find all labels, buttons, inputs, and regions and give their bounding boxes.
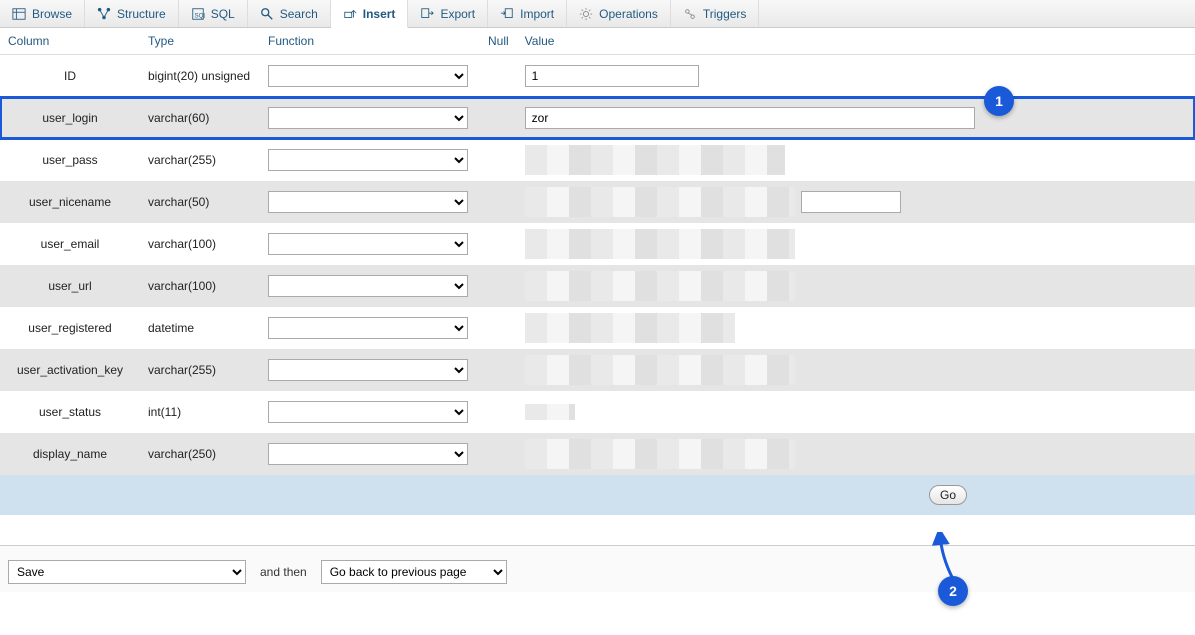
column-name: display_name [0, 433, 140, 475]
tab-label: Export [440, 7, 475, 21]
value-input[interactable] [525, 107, 975, 129]
column-type: datetime [140, 307, 260, 349]
column-type: int(11) [140, 391, 260, 433]
action-bar: Save and then Go back to previous page [0, 545, 1195, 592]
tab-search[interactable]: Search [248, 0, 331, 27]
tab-structure[interactable]: Structure [85, 0, 179, 27]
function-select[interactable] [268, 443, 468, 465]
column-name: user_activation_key [0, 349, 140, 391]
tab-browse[interactable]: Browse [0, 0, 85, 27]
function-select[interactable] [268, 401, 468, 423]
function-select[interactable] [268, 233, 468, 255]
save-select[interactable]: Save [8, 560, 246, 584]
column-name: user_registered [0, 307, 140, 349]
column-type: varchar(50) [140, 181, 260, 223]
sql-icon: SQL [191, 7, 205, 21]
field-row-display_name: display_namevarchar(250) [0, 433, 1195, 475]
gear-icon [579, 7, 593, 21]
tab-import[interactable]: Import [488, 0, 567, 27]
browse-icon [12, 7, 26, 21]
column-type: varchar(255) [140, 139, 260, 181]
redacted-value [525, 439, 795, 469]
export-icon [420, 7, 434, 21]
then-label: and then [260, 565, 307, 579]
column-name: ID [0, 55, 140, 97]
redacted-value [525, 145, 785, 175]
column-type: bigint(20) unsigned [140, 55, 260, 97]
redacted-value [525, 355, 795, 385]
tab-insert[interactable]: Insert [331, 0, 409, 28]
tab-label: Structure [117, 7, 166, 21]
field-row-user_nicename: user_nicenamevarchar(50) [0, 181, 1195, 223]
field-row-user_status: user_statusint(11) [0, 391, 1195, 433]
function-select[interactable] [268, 275, 468, 297]
column-type: varchar(100) [140, 265, 260, 307]
field-row-user_email: user_emailvarchar(100) [0, 223, 1195, 265]
value-input[interactable] [801, 191, 901, 213]
tab-label: Import [520, 7, 554, 21]
header-null: Null [480, 28, 517, 55]
tab-triggers[interactable]: Triggers [671, 0, 760, 27]
field-row-user_registered: user_registereddatetime [0, 307, 1195, 349]
go-button[interactable]: Go [929, 485, 967, 505]
field-row-user_activation_key: user_activation_keyvarchar(255) [0, 349, 1195, 391]
function-select[interactable] [268, 65, 468, 87]
column-name: user_email [0, 223, 140, 265]
function-select[interactable] [268, 359, 468, 381]
import-icon [500, 7, 514, 21]
structure-icon [97, 7, 111, 21]
tab-export[interactable]: Export [408, 0, 488, 27]
header-function: Function [260, 28, 480, 55]
insert-icon [343, 7, 357, 21]
field-row-user_login: user_loginvarchar(60) [0, 97, 1195, 139]
triggers-icon [683, 7, 697, 21]
tab-label: Insert [363, 7, 396, 21]
column-type: varchar(60) [140, 97, 260, 139]
column-type: varchar(255) [140, 349, 260, 391]
then-select[interactable]: Go back to previous page [321, 560, 507, 584]
callout-2: 2 [938, 576, 968, 606]
function-select[interactable] [268, 317, 468, 339]
tab-operations[interactable]: Operations [567, 0, 671, 27]
tab-sql[interactable]: SQL SQL [179, 0, 248, 27]
redacted-value [525, 404, 575, 420]
column-name: user_pass [0, 139, 140, 181]
redacted-value [525, 271, 795, 301]
header-column: Column [0, 28, 140, 55]
header-type: Type [140, 28, 260, 55]
tab-label: Operations [599, 7, 658, 21]
column-name: user_url [0, 265, 140, 307]
value-input[interactable] [525, 65, 699, 87]
tab-label: Browse [32, 7, 72, 21]
column-type: varchar(100) [140, 223, 260, 265]
redacted-value [525, 229, 795, 259]
search-icon [260, 7, 274, 21]
insert-form: Column Type Function Null Value IDbigint… [0, 28, 1195, 515]
tab-label: SQL [211, 7, 235, 21]
header-value: Value [517, 28, 1195, 55]
tab-label: Triggers [703, 7, 747, 21]
column-type: varchar(250) [140, 433, 260, 475]
callout-1: 1 [984, 86, 1014, 116]
column-name: user_status [0, 391, 140, 433]
column-name: user_login [0, 97, 140, 139]
field-row-ID: IDbigint(20) unsigned [0, 55, 1195, 97]
function-select[interactable] [268, 191, 468, 213]
field-row-user_url: user_urlvarchar(100) [0, 265, 1195, 307]
tab-bar: Browse Structure SQL SQL Search Insert E… [0, 0, 1195, 28]
redacted-value [525, 187, 795, 217]
function-select[interactable] [268, 107, 468, 129]
field-row-user_pass: user_passvarchar(255) [0, 139, 1195, 181]
svg-text:SQL: SQL [194, 12, 205, 19]
column-name: user_nicename [0, 181, 140, 223]
tab-label: Search [280, 7, 318, 21]
function-select[interactable] [268, 149, 468, 171]
redacted-value [525, 313, 735, 343]
